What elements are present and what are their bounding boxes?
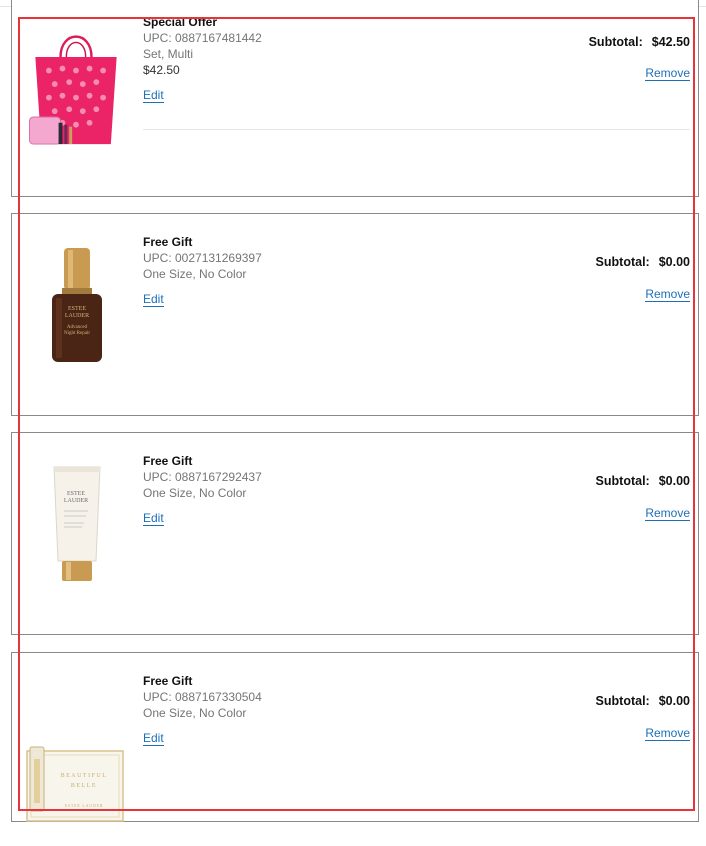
item-upc: UPC: 0887167292437 <box>143 470 262 484</box>
item-title: Free Gift <box>143 454 193 468</box>
subtotal-amount: $0.00 <box>658 255 690 269</box>
svg-text:LAUDER: LAUDER <box>65 313 89 319</box>
cream-tube-image: ESTEE LAUDER <box>53 466 101 581</box>
cart-item-4: BEAUTIFUL BELLE ESTEE LAUDER Free Gift U… <box>11 652 699 822</box>
item-upc: UPC: 0887167330504 <box>143 690 262 704</box>
item-info: Free Gift UPC: 0887167292437 One Size, N… <box>143 453 262 527</box>
tote-bag-image <box>29 35 117 145</box>
item-subtotal: Subtotal: $42.50 <box>589 35 690 49</box>
subtotal-label: Subtotal: <box>588 35 643 49</box>
edit-link[interactable]: Edit <box>143 732 164 746</box>
remove-link[interactable]: Remove <box>645 727 690 741</box>
cart-item-3: ESTEE LAUDER Free Gift UPC: 088716729243… <box>11 432 699 635</box>
item-title: Free Gift <box>143 235 193 249</box>
item-upc: UPC: 0887167481442 <box>143 31 262 45</box>
item-upc: UPC: 0027131269397 <box>143 251 262 265</box>
item-info: Free Gift UPC: 0887167330504 One Size, N… <box>143 673 262 747</box>
item-variant: One Size, No Color <box>143 267 247 281</box>
item-info: Free Gift UPC: 0027131269397 One Size, N… <box>143 234 262 308</box>
item-divider <box>143 129 690 130</box>
remove-link[interactable]: Remove <box>645 507 690 521</box>
serum-bottle-image: ESTEE LAUDER Advanced Night Repair <box>52 248 102 362</box>
subtotal-amount: $0.00 <box>658 474 690 488</box>
svg-text:BELLE: BELLE <box>71 783 97 789</box>
edit-link[interactable]: Edit <box>143 293 164 307</box>
item-variant: One Size, No Color <box>143 486 247 500</box>
remove-link[interactable]: Remove <box>645 67 690 81</box>
cart-item-1: Special Offer UPC: 0887167481442 Set, Mu… <box>11 0 699 197</box>
item-price: $42.50 <box>143 63 180 77</box>
item-variant: One Size, No Color <box>143 706 247 720</box>
svg-text:Advanced: Advanced <box>67 325 88 330</box>
item-subtotal: Subtotal: $0.00 <box>596 694 690 708</box>
svg-text:BEAUTIFUL: BEAUTIFUL <box>61 773 108 779</box>
item-variant: Set, Multi <box>143 47 194 61</box>
subtotal-label: Subtotal: <box>595 255 650 269</box>
edit-link[interactable]: Edit <box>143 512 164 526</box>
item-info: Special Offer UPC: 0887167481442 Set, Mu… <box>143 14 262 104</box>
cart-item-2: ESTEE LAUDER Advanced Night Repair Free … <box>11 213 699 416</box>
subtotal-label: Subtotal: <box>595 694 650 708</box>
subtotal-amount: $0.00 <box>658 694 690 708</box>
subtotal-amount: $42.50 <box>651 35 690 49</box>
svg-text:ESTEE: ESTEE <box>68 306 86 312</box>
svg-text:LAUDER: LAUDER <box>64 498 88 504</box>
remove-link[interactable]: Remove <box>645 288 690 302</box>
item-subtotal: Subtotal: $0.00 <box>596 474 690 488</box>
svg-text:ESTEE: ESTEE <box>67 491 85 497</box>
svg-text:Night Repair: Night Repair <box>64 331 90 336</box>
subtotal-label: Subtotal: <box>595 474 650 488</box>
fragrance-box-image: BEAUTIFUL BELLE ESTEE LAUDER <box>26 746 124 822</box>
item-subtotal: Subtotal: $0.00 <box>596 255 690 269</box>
edit-link[interactable]: Edit <box>143 89 164 103</box>
item-title: Special Offer <box>143 15 218 29</box>
svg-text:ESTEE LAUDER: ESTEE LAUDER <box>65 803 104 808</box>
item-title: Free Gift <box>143 674 193 688</box>
